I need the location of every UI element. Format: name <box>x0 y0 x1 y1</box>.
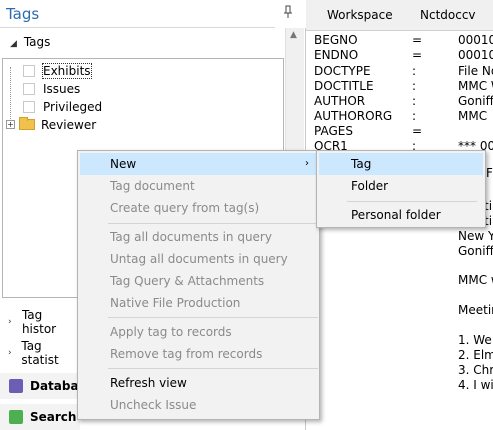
field-row: ENDNO = 00010 <box>314 48 493 62</box>
doc-text-line: Meetir <box>458 303 493 317</box>
doc-text-line: MMC w <box>458 273 493 287</box>
field-row: AUTHORORG: MMC <box>314 109 488 123</box>
search-icon <box>9 410 23 424</box>
doc-text-line: F <box>486 166 493 180</box>
database-icon <box>9 379 23 393</box>
tags-panel-title: Tags <box>6 5 40 23</box>
document-viewer: BEGNO=00010 ENDNO=00010 DOCTYPE:File No … <box>306 31 493 430</box>
tags-root-node[interactable]: ◢ Tags <box>10 35 50 49</box>
tags-panel-header: Tags <box>0 0 275 28</box>
menu-item-new[interactable]: New › <box>80 153 319 175</box>
tags-root-label: Tags <box>23 35 51 49</box>
menu-separator <box>108 223 318 224</box>
submenu-item-personal-folder[interactable]: Personal folder <box>351 204 441 226</box>
scroll-up-icon[interactable]: ▲ <box>290 30 297 40</box>
doc-text-line: 3. Chri <box>458 363 493 377</box>
checkbox[interactable] <box>23 100 35 113</box>
checkbox[interactable] <box>23 64 35 77</box>
expand-arrow-icon[interactable]: › <box>0 317 22 327</box>
doc-text-line: 4. I wil <box>458 378 493 392</box>
field-row: DOCTITLE:MMC W <box>314 79 493 93</box>
tree-item-label: Privileged <box>43 99 103 114</box>
menu-separator <box>108 317 318 318</box>
nav-label: Search <box>30 410 77 424</box>
menu-item-tag-query-attachments[interactable]: Tag Query & Attachments <box>110 270 264 292</box>
doc-text-line: Goniff <box>458 244 493 258</box>
tag-statistics-section[interactable]: › Tag statist <box>0 339 80 367</box>
tree-item-issues[interactable]: Issues <box>23 80 80 97</box>
field-row: PAGES = <box>314 124 423 138</box>
submenu-item-tag[interactable]: Tag <box>319 153 483 175</box>
folder-icon <box>19 117 35 130</box>
menu-separator <box>347 201 477 202</box>
menu-item-remove-tag[interactable]: Remove tag from records <box>110 343 262 365</box>
collapse-triangle-icon[interactable]: ◢ <box>10 39 20 49</box>
field-row: DOCTYPE:File No <box>314 64 493 78</box>
doc-text-line: 1. We <box>458 333 492 347</box>
pin-icon[interactable] <box>283 5 293 19</box>
doc-text-line: New Y <box>458 229 493 243</box>
field-row: BEGNO = 00010 <box>314 33 493 47</box>
section-label: Tag histor <box>21 308 57 336</box>
menu-item-tag-document[interactable]: Tag document <box>110 175 195 197</box>
menu-item-tag-all[interactable]: Tag all documents in query <box>110 226 272 248</box>
expand-arrow-icon[interactable]: › <box>0 348 21 358</box>
menu-item-native-file-production[interactable]: Native File Production <box>110 292 240 314</box>
tree-item-label: Reviewer <box>41 117 97 132</box>
menu-item-create-query[interactable]: Create query from tag(s) <box>110 197 259 219</box>
tree-item-exhibits[interactable]: Exhibits <box>23 62 92 79</box>
menu-item-uncheck-issue[interactable]: Uncheck Issue <box>110 394 196 416</box>
field-row: AUTHOR:Goniff, <box>314 94 493 108</box>
tree-item-reviewer[interactable]: + Reviewer <box>6 116 96 133</box>
document-tabs: Workspace Nctdoccv <box>306 0 493 31</box>
expand-plus-icon[interactable]: + <box>6 120 15 129</box>
tree-item-label: Issues <box>43 81 81 96</box>
nav-label: Databa <box>30 379 79 393</box>
tree-item-privileged[interactable]: Privileged <box>23 98 102 115</box>
submenu-item-folder[interactable]: Folder <box>351 175 388 197</box>
menu-item-apply-tag[interactable]: Apply tag to records <box>110 321 232 343</box>
tree-item-label: Exhibits <box>42 62 92 79</box>
context-menu: New › Tag document Create query from tag… <box>77 150 320 420</box>
checkbox[interactable] <box>23 82 35 95</box>
nav-search[interactable]: Search <box>0 404 80 430</box>
tab-workspace[interactable]: Workspace <box>327 8 393 22</box>
nav-database[interactable]: Databa <box>0 373 80 399</box>
new-submenu: Tag Folder Personal folder <box>316 150 486 228</box>
submenu-arrow-icon: › <box>305 158 309 169</box>
tab-nctdoccv[interactable]: Nctdoccv <box>420 8 476 22</box>
menu-item-untag-all[interactable]: Untag all documents in query <box>110 248 288 270</box>
section-label: Tag statist <box>21 339 59 367</box>
doc-text-line: 2. Elm <box>458 348 493 362</box>
menu-item-refresh-view[interactable]: Refresh view <box>110 372 187 394</box>
tag-history-section[interactable]: › Tag histor <box>0 308 80 336</box>
menu-separator <box>108 368 318 369</box>
